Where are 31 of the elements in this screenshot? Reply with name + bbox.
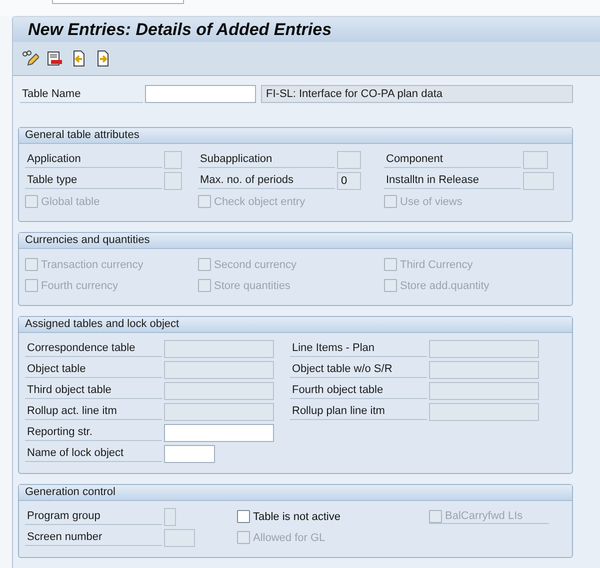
input-field[interactable] [164,444,215,462]
group-title: Assigned tables and lock object [19,317,572,333]
field-label: Installtn in Release [384,172,521,189]
group-title: Currencies and quantities [19,233,572,249]
delete-row-icon[interactable] [46,50,63,67]
field-label: Fourth object table [290,382,427,399]
group-title: Generation control [19,485,572,501]
field-label: Max. no. of periods [198,172,335,189]
table-description: FI-SL: Interface for CO-PA plan data [261,85,573,103]
field-label: Name of lock object [25,445,162,462]
field-label: Rollup plan line itm [290,403,427,420]
field-label: Table Name [20,86,143,102]
field-label: Screen number [25,529,162,546]
field-label: Application [25,151,162,168]
field-label: Subapplication [198,151,335,168]
input-field[interactable] [164,424,274,442]
field-label: Object table w/o S/R [290,361,427,378]
field-label: Rollup act. line itm [25,403,162,420]
field-label: Reporting str. [25,424,162,441]
screen-title: New Entries: Details of Added Entries [28,20,332,40]
checkbox[interactable]: Table is not active [237,510,340,523]
field-label: Object table [25,361,162,378]
field-label: Third object table [25,382,162,399]
pencil-glasses-icon[interactable] [22,50,39,67]
group-title: General table attributes [19,128,572,144]
field-label: Line Items - Plan [290,340,427,357]
field-label: Table type [25,172,162,189]
field-label: Component [384,151,521,168]
field-label: Correspondence table [25,340,162,357]
table-name-field[interactable] [145,85,256,103]
field-label: Program group [25,508,162,525]
